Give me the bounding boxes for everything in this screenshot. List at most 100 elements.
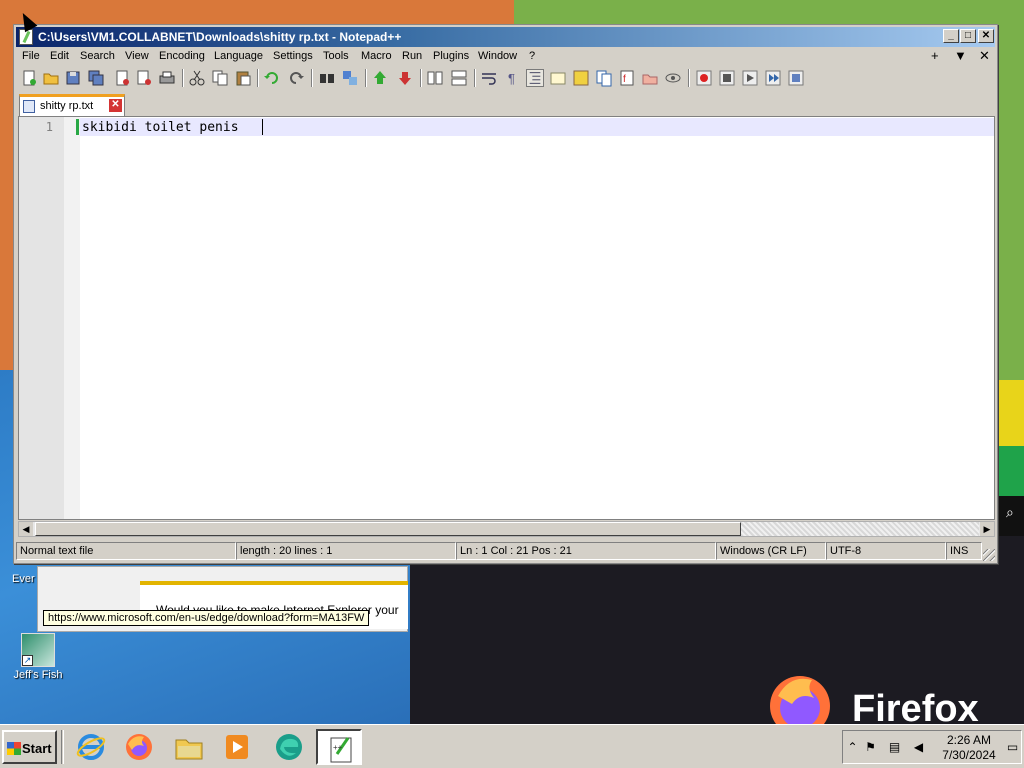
close-icon[interactable] — [113, 69, 131, 87]
internet-explorer-icon — [76, 734, 106, 760]
menu-encoding[interactable]: Encoding — [159, 50, 205, 62]
redo-icon[interactable] — [287, 69, 305, 87]
play-macro-icon[interactable] — [741, 69, 759, 87]
tab-list-dropdown-icon[interactable]: ▼ — [954, 48, 967, 63]
scroll-right-icon[interactable]: ▶ — [980, 522, 994, 536]
status-position: Ln : 1 Col : 21 Pos : 21 — [456, 542, 716, 560]
menu-view[interactable]: View — [125, 50, 149, 62]
status-insert-mode[interactable]: INS — [946, 542, 982, 560]
shortcut-arrow-icon: ↗ — [22, 655, 33, 666]
close-button[interactable]: ✕ — [978, 29, 994, 43]
word-wrap-icon[interactable] — [480, 69, 498, 87]
svg-text:¶: ¶ — [508, 71, 515, 86]
folder-workspace-icon[interactable] — [641, 69, 659, 87]
resize-grip-icon[interactable] — [983, 549, 995, 561]
desktop-icon-label: Jeff's Fish — [13, 669, 63, 681]
scroll-left-icon[interactable]: ◀ — [19, 522, 33, 536]
menu-search[interactable]: Search — [80, 50, 115, 62]
show-all-chars-icon[interactable]: ¶ — [503, 69, 521, 87]
indent-guide-icon[interactable] — [526, 69, 544, 87]
status-encoding[interactable]: UTF-8 — [826, 542, 946, 560]
menu-settings[interactable]: Settings — [273, 50, 313, 62]
desktop-icon-label-partial[interactable]: Ever — [12, 573, 35, 585]
function-list-icon[interactable]: f — [618, 69, 636, 87]
open-icon[interactable] — [42, 69, 60, 87]
fish-app-icon: ↗ — [21, 633, 55, 667]
new-tab-plus-icon[interactable]: + — [931, 48, 939, 63]
taskbar-file-explorer[interactable] — [166, 729, 212, 765]
volume-muted-icon[interactable]: ◀ — [911, 740, 926, 755]
replace-icon[interactable] — [341, 69, 359, 87]
windows-logo-icon — [7, 742, 21, 755]
show-hidden-icons-icon[interactable]: ⌃ — [845, 740, 860, 755]
close-all-icon[interactable] — [135, 69, 153, 87]
menu-edit[interactable]: Edit — [50, 50, 69, 62]
tab-close-icon[interactable]: ✕ — [109, 99, 122, 112]
taskbar-internet-explorer[interactable] — [68, 729, 114, 765]
tab-shitty-rp-txt[interactable]: shitty rp.txt ✕ — [19, 94, 125, 116]
menu-help[interactable]: ? — [529, 50, 535, 62]
clock[interactable]: 2:26 AM 7/30/2024 — [937, 733, 1001, 763]
text-caret — [262, 119, 263, 135]
search-icon[interactable]: ⌕ — [1006, 504, 1024, 522]
save-icon[interactable] — [64, 69, 82, 87]
status-file-type: Normal text file — [16, 542, 236, 560]
doc-list-icon[interactable] — [595, 69, 613, 87]
find-icon[interactable] — [318, 69, 336, 87]
cut-icon[interactable] — [188, 69, 206, 87]
status-eol[interactable]: Windows (CR LF) — [716, 542, 826, 560]
show-desktop-icon[interactable]: ▭ — [1005, 740, 1020, 755]
taskbar-edge[interactable] — [266, 729, 312, 765]
menu-macro[interactable]: Macro — [361, 50, 392, 62]
menu-window[interactable]: Window — [478, 50, 517, 62]
scrollbar-track[interactable] — [741, 522, 979, 536]
sync-vertical-icon[interactable] — [426, 69, 444, 87]
notepad-plus-plus-window: C:\Users\VM1.COLLABNET\Downloads\shitty … — [13, 24, 998, 564]
zoom-in-icon[interactable] — [371, 69, 389, 87]
minimize-button[interactable]: _ — [943, 29, 959, 43]
change-history-marker — [76, 119, 79, 135]
new-icon[interactable] — [20, 69, 38, 87]
close-document-icon[interactable]: ✕ — [979, 48, 990, 64]
save-macro-icon[interactable] — [787, 69, 805, 87]
save-all-icon[interactable] — [87, 69, 105, 87]
toolbar-separator — [311, 69, 313, 87]
doc-map-icon[interactable] — [572, 69, 590, 87]
print-icon[interactable] — [158, 69, 176, 87]
desktop-icon-jeffs-fish[interactable]: ↗ Jeff's Fish — [8, 633, 68, 681]
scrollbar-thumb[interactable] — [35, 522, 741, 536]
run-macro-multiple-icon[interactable] — [764, 69, 782, 87]
start-button[interactable]: Start — [2, 730, 57, 764]
action-center-flag-icon[interactable]: ⚑ — [863, 740, 878, 755]
menu-file[interactable]: File — [22, 50, 40, 62]
horizontal-scrollbar[interactable]: ◀ ▶ — [18, 521, 995, 537]
menu-plugins[interactable]: Plugins — [433, 50, 469, 62]
menu-run[interactable]: Run — [402, 50, 422, 62]
monitoring-icon[interactable] — [664, 69, 682, 87]
taskbar-notepad-plus-plus[interactable]: ++ — [316, 729, 362, 765]
wallpaper-green-strip — [998, 446, 1024, 496]
text-file-icon — [23, 100, 35, 113]
network-icon[interactable]: ▤ — [887, 740, 902, 755]
fold-margin[interactable] — [64, 117, 80, 519]
record-macro-icon[interactable] — [695, 69, 713, 87]
menu-tools[interactable]: Tools — [323, 50, 349, 62]
maximize-button[interactable]: □ — [960, 29, 976, 43]
zoom-out-icon[interactable] — [396, 69, 414, 87]
copy-icon[interactable] — [211, 69, 229, 87]
text-editor[interactable]: 1 skibidi toilet penis — [18, 116, 995, 520]
taskbar-firefox[interactable] — [116, 729, 162, 765]
editor-text-line[interactable]: skibidi toilet penis — [82, 120, 239, 135]
title-bar[interactable]: C:\Users\VM1.COLLABNET\Downloads\shitty … — [16, 27, 995, 47]
toolbar-separator — [365, 69, 367, 87]
udl-icon[interactable] — [549, 69, 567, 87]
clock-date: 7/30/2024 — [942, 748, 996, 762]
menu-language[interactable]: Language — [214, 50, 263, 62]
undo-icon[interactable] — [263, 69, 281, 87]
stop-record-icon[interactable] — [718, 69, 736, 87]
media-player-icon — [226, 735, 248, 759]
sync-horizontal-icon[interactable] — [450, 69, 468, 87]
paste-icon[interactable] — [234, 69, 252, 87]
taskbar-media-player[interactable] — [214, 729, 260, 765]
toolbar-separator — [182, 69, 184, 87]
